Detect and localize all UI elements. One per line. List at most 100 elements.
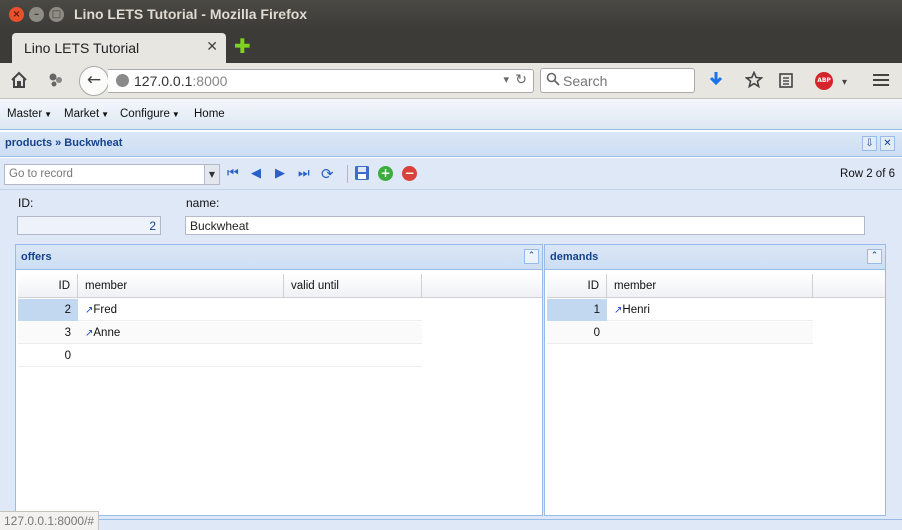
add-record-icon[interactable]: +: [378, 166, 393, 181]
window-maximize-button[interactable]: □: [49, 7, 64, 22]
offers-column-headers: ID member valid until: [18, 274, 542, 298]
offers-title: offers: [21, 251, 52, 263]
cell-member[interactable]: [78, 345, 284, 367]
save-icon[interactable]: [354, 165, 370, 186]
menu-market[interactable]: Market ▼: [64, 108, 109, 120]
window-minimize-button[interactable]: –: [29, 7, 44, 22]
offers-grid-header: offers ⌃: [16, 245, 542, 270]
extension-icon[interactable]: [47, 71, 65, 94]
navigation-bar: ← 127.0.0.1:8000 ▾ ↻ ABP ▾: [0, 63, 902, 99]
chevron-down-icon: ▼: [44, 110, 53, 119]
table-row[interactable]: 2 ↗Fred: [18, 299, 422, 321]
record-toolbar: Go to record ▼ ⏮ ◀ ▶ ⏭ ⟳ + − Row 2 of 6: [0, 158, 902, 190]
toolbar-separator: [347, 165, 348, 183]
cell-id[interactable]: 1: [547, 299, 607, 321]
name-label: name:: [186, 196, 220, 210]
menu-home[interactable]: Home: [194, 108, 225, 120]
cell-id[interactable]: 0: [18, 345, 78, 367]
delete-record-icon[interactable]: −: [402, 166, 417, 181]
table-row[interactable]: 1 ↗Henri: [547, 299, 813, 321]
menu-master-label: Master: [7, 108, 43, 120]
menu-configure[interactable]: Configure ▼: [120, 108, 180, 120]
adblock-plus-icon[interactable]: ABP: [815, 72, 833, 90]
menu-market-label: Market: [64, 108, 100, 120]
url-port: :8000: [192, 73, 228, 89]
close-panel-icon[interactable]: ✕: [880, 136, 895, 151]
first-record-icon[interactable]: ⏮: [227, 166, 239, 182]
id-label: ID:: [18, 196, 34, 210]
cell-valid-until[interactable]: [284, 299, 422, 321]
table-row[interactable]: 0: [547, 322, 813, 344]
table-row[interactable]: 0: [18, 345, 422, 367]
cell-id[interactable]: 2: [18, 299, 78, 321]
goto-record-input[interactable]: Go to record: [9, 168, 73, 180]
window-close-button[interactable]: ×: [9, 7, 24, 22]
tab-strip: Lino LETS Tutorial ✕ ✚: [0, 30, 902, 63]
cell-valid-until[interactable]: [284, 322, 422, 344]
menu-master[interactable]: Master ▼: [7, 108, 52, 120]
row-info: Row 2 of 6: [840, 168, 895, 180]
reload-icon[interactable]: ↻: [515, 72, 527, 88]
bookmark-star-icon[interactable]: [744, 70, 764, 94]
adblock-dropdown-icon[interactable]: ▾: [842, 73, 847, 93]
column-header-id[interactable]: ID: [547, 274, 607, 298]
new-tab-icon[interactable]: ✚: [234, 36, 251, 56]
member-name[interactable]: Fred: [93, 304, 117, 316]
column-header-id[interactable]: ID: [18, 274, 78, 298]
member-name[interactable]: Anne: [93, 327, 120, 339]
status-bar: 127.0.0.1:8000/#: [0, 510, 902, 530]
url-dropdown-icon[interactable]: ▾: [503, 73, 509, 86]
cell-member[interactable]: ↗Henri: [607, 299, 813, 321]
name-field[interactable]: Buckwheat: [185, 216, 865, 235]
hamburger-menu-icon[interactable]: [872, 71, 890, 94]
status-url: 127.0.0.1:8000/#: [0, 511, 100, 530]
combo-trigger-icon[interactable]: ▼: [204, 165, 219, 184]
refresh-icon[interactable]: ⟳: [321, 166, 334, 182]
home-icon[interactable]: [10, 71, 28, 94]
search-icon: [546, 72, 560, 90]
next-record-icon[interactable]: ▶: [275, 166, 285, 182]
chevron-down-icon: ▼: [171, 110, 180, 119]
collapse-icon[interactable]: ⌃: [524, 249, 539, 264]
column-header-member[interactable]: member: [78, 274, 284, 298]
url-host: 127.0.0.1: [134, 73, 193, 89]
offers-grid: offers ⌃ ID member valid until 2 ↗Fred 3…: [15, 244, 543, 516]
last-record-icon[interactable]: ⏭: [298, 166, 310, 182]
breadcrumb[interactable]: products » Buckwheat: [5, 137, 122, 149]
id-field: 2: [17, 216, 161, 235]
download-icon[interactable]: [708, 71, 724, 94]
demands-title: demands: [550, 251, 599, 263]
cell-valid-until[interactable]: [284, 345, 422, 367]
column-header-member[interactable]: member: [607, 274, 813, 298]
column-header-valid-until[interactable]: valid until: [284, 274, 422, 298]
window-title-bar: × – □ Lino LETS Tutorial - Mozilla Firef…: [0, 0, 902, 30]
menu-configure-label: Configure: [120, 108, 170, 120]
collapse-icon[interactable]: ⌃: [867, 249, 882, 264]
demands-grid: demands ⌃ ID member 1 ↗Henri 0: [544, 244, 886, 516]
detail-panel-header: products » Buckwheat ⇩ ✕: [0, 132, 902, 157]
cell-member[interactable]: ↗Anne: [78, 322, 284, 344]
reading-list-icon[interactable]: [778, 71, 794, 94]
app-menu-bar: Master ▼ Market ▼ Configure ▼ Home: [0, 99, 902, 130]
cell-member[interactable]: [607, 322, 813, 344]
browser-tab[interactable]: Lino LETS Tutorial ✕: [12, 33, 226, 63]
previous-record-icon[interactable]: ◀: [251, 166, 261, 182]
cell-member[interactable]: ↗Fred: [78, 299, 284, 321]
tab-close-icon[interactable]: ✕: [206, 39, 218, 55]
member-name[interactable]: Henri: [622, 304, 649, 316]
cell-id[interactable]: 0: [547, 322, 607, 344]
demands-column-headers: ID member: [547, 274, 885, 298]
demands-grid-header: demands ⌃: [545, 245, 885, 270]
chevron-down-icon: ▼: [101, 110, 110, 119]
cell-id[interactable]: 3: [18, 322, 78, 344]
goto-record-combo[interactable]: Go to record ▼: [4, 164, 220, 185]
url-text[interactable]: 127.0.0.1:8000: [134, 73, 227, 89]
pin-icon[interactable]: ⇩: [862, 136, 877, 151]
search-bar[interactable]: [540, 68, 695, 93]
tab-title: Lino LETS Tutorial: [24, 40, 140, 56]
back-button[interactable]: ←: [79, 66, 109, 96]
url-bar[interactable]: 127.0.0.1:8000 ▾ ↻: [108, 69, 534, 93]
globe-icon: [116, 74, 129, 87]
search-input[interactable]: [563, 71, 688, 90]
table-row[interactable]: 3 ↗Anne: [18, 322, 422, 344]
